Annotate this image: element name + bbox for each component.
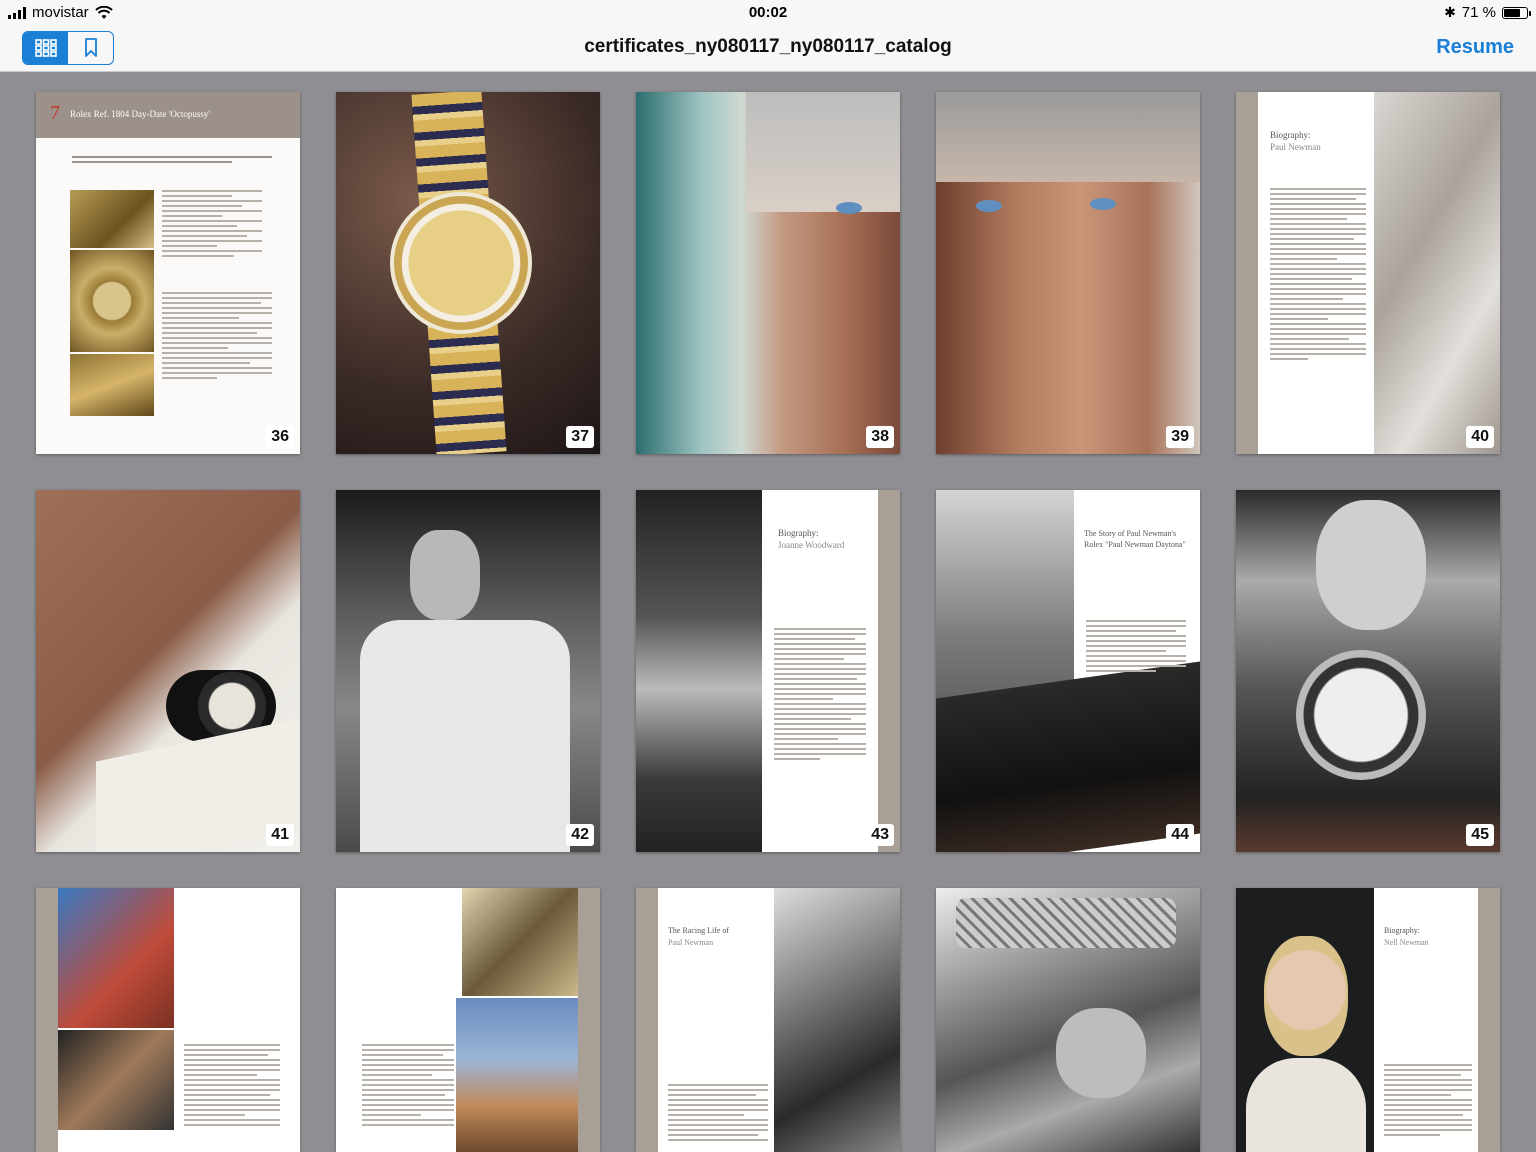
page-number: 37 <box>566 426 594 448</box>
portrait-head <box>1316 500 1426 630</box>
page-heading-number: 7 <box>50 102 60 124</box>
daytona-watch <box>1296 650 1426 780</box>
page-number: 45 <box>1466 824 1494 846</box>
page-thumbnail-44[interactable]: The Story of Paul Newman's Rolex "Paul N… <box>936 490 1200 852</box>
portrait-photo <box>636 490 762 852</box>
resume-button[interactable]: Resume <box>1436 36 1514 59</box>
bluetooth-icon: ✱ <box>1444 4 1456 20</box>
page-number: 38 <box>866 426 894 448</box>
page-subheading: Paul Newman <box>1270 142 1321 152</box>
page-thumbnail-45[interactable]: 45 <box>1236 490 1500 852</box>
page-heading: The Racing Life of <box>668 926 730 935</box>
family-photo <box>58 888 174 1028</box>
page-heading: Biography: <box>1270 130 1311 140</box>
page-thumbnail-42[interactable]: 42 <box>336 490 600 852</box>
page-thumbnail-43[interactable]: Biography: Joanne Woodward 43 <box>636 490 900 852</box>
family-photo <box>58 1030 174 1130</box>
page-thumbnail-49[interactable] <box>936 888 1200 1152</box>
document-title: certificates_ny080117_ny080117_catalog <box>584 36 952 57</box>
page-thumbnail-50[interactable]: Biography: Nell Newman <box>1236 888 1500 1152</box>
white-sweater <box>360 620 570 852</box>
page-subheading: Paul Newman <box>668 938 714 947</box>
eye <box>836 202 862 214</box>
car-window-grille <box>956 898 1176 948</box>
shirt-photo <box>1374 92 1500 454</box>
page-number: 42 <box>566 824 594 846</box>
page-heading: Biography: <box>1384 926 1420 935</box>
family-photo <box>462 888 578 996</box>
eye <box>1090 198 1116 210</box>
driver-portrait <box>1056 1008 1146 1098</box>
page-thumbnail-47[interactable] <box>336 888 600 1152</box>
page-thumbnail-48[interactable]: The Racing Life of Paul Newman <box>636 888 900 1152</box>
racing-photo <box>774 888 900 1152</box>
watch-face <box>390 192 532 334</box>
page-thumbnail-36[interactable]: 7 Rolex Ref. 1804 Day-Date 'Octopussy' 3… <box>36 92 300 454</box>
page-number: 44 <box>1166 824 1194 846</box>
page-thumbnail-37[interactable]: 37 <box>336 92 600 454</box>
nav-bar: certificates_ny080117_ny080117_catalog R… <box>0 24 1536 72</box>
falcon-photo <box>456 998 578 1152</box>
page-thumbnail-39[interactable]: 39 <box>936 92 1200 454</box>
watch-photo <box>70 354 154 416</box>
eye <box>976 200 1002 212</box>
status-bar: movistar 00:02 ✱ 71 % <box>0 0 1536 24</box>
portrait-photo <box>746 92 900 212</box>
page-number: 41 <box>266 824 294 846</box>
page-thumbnail-46[interactable] <box>36 888 300 1152</box>
page-heading: The Story of Paul Newman's Rolex "Paul N… <box>1084 529 1186 549</box>
page-thumbnail-38[interactable]: 38 <box>636 92 900 454</box>
portrait-shoulders <box>1246 1058 1366 1152</box>
portrait-head <box>410 530 480 620</box>
page-number: 40 <box>1466 426 1494 448</box>
portrait-head <box>1264 936 1348 1056</box>
clock: 00:02 <box>748 4 788 21</box>
watch-photo <box>70 190 154 248</box>
page-subheading: Nell Newman <box>1384 938 1429 947</box>
page-subheading: Joanne Woodward <box>778 540 845 550</box>
portrait-photo <box>936 92 1200 182</box>
page-heading: Biography: <box>778 528 819 538</box>
battery-percent: 71 % <box>1461 4 1496 21</box>
page-heading: Rolex Ref. 1804 Day-Date 'Octopussy' <box>70 109 210 119</box>
watch-photo <box>70 250 154 352</box>
page-number: 36 <box>266 426 294 448</box>
battery-icon <box>1502 6 1531 19</box>
page-thumbnail-40[interactable]: Biography: Paul Newman 40 <box>1236 92 1500 454</box>
page-number: 43 <box>866 824 894 846</box>
page-thumbnail-41[interactable]: 41 <box>36 490 300 852</box>
page-number: 39 <box>1166 426 1194 448</box>
